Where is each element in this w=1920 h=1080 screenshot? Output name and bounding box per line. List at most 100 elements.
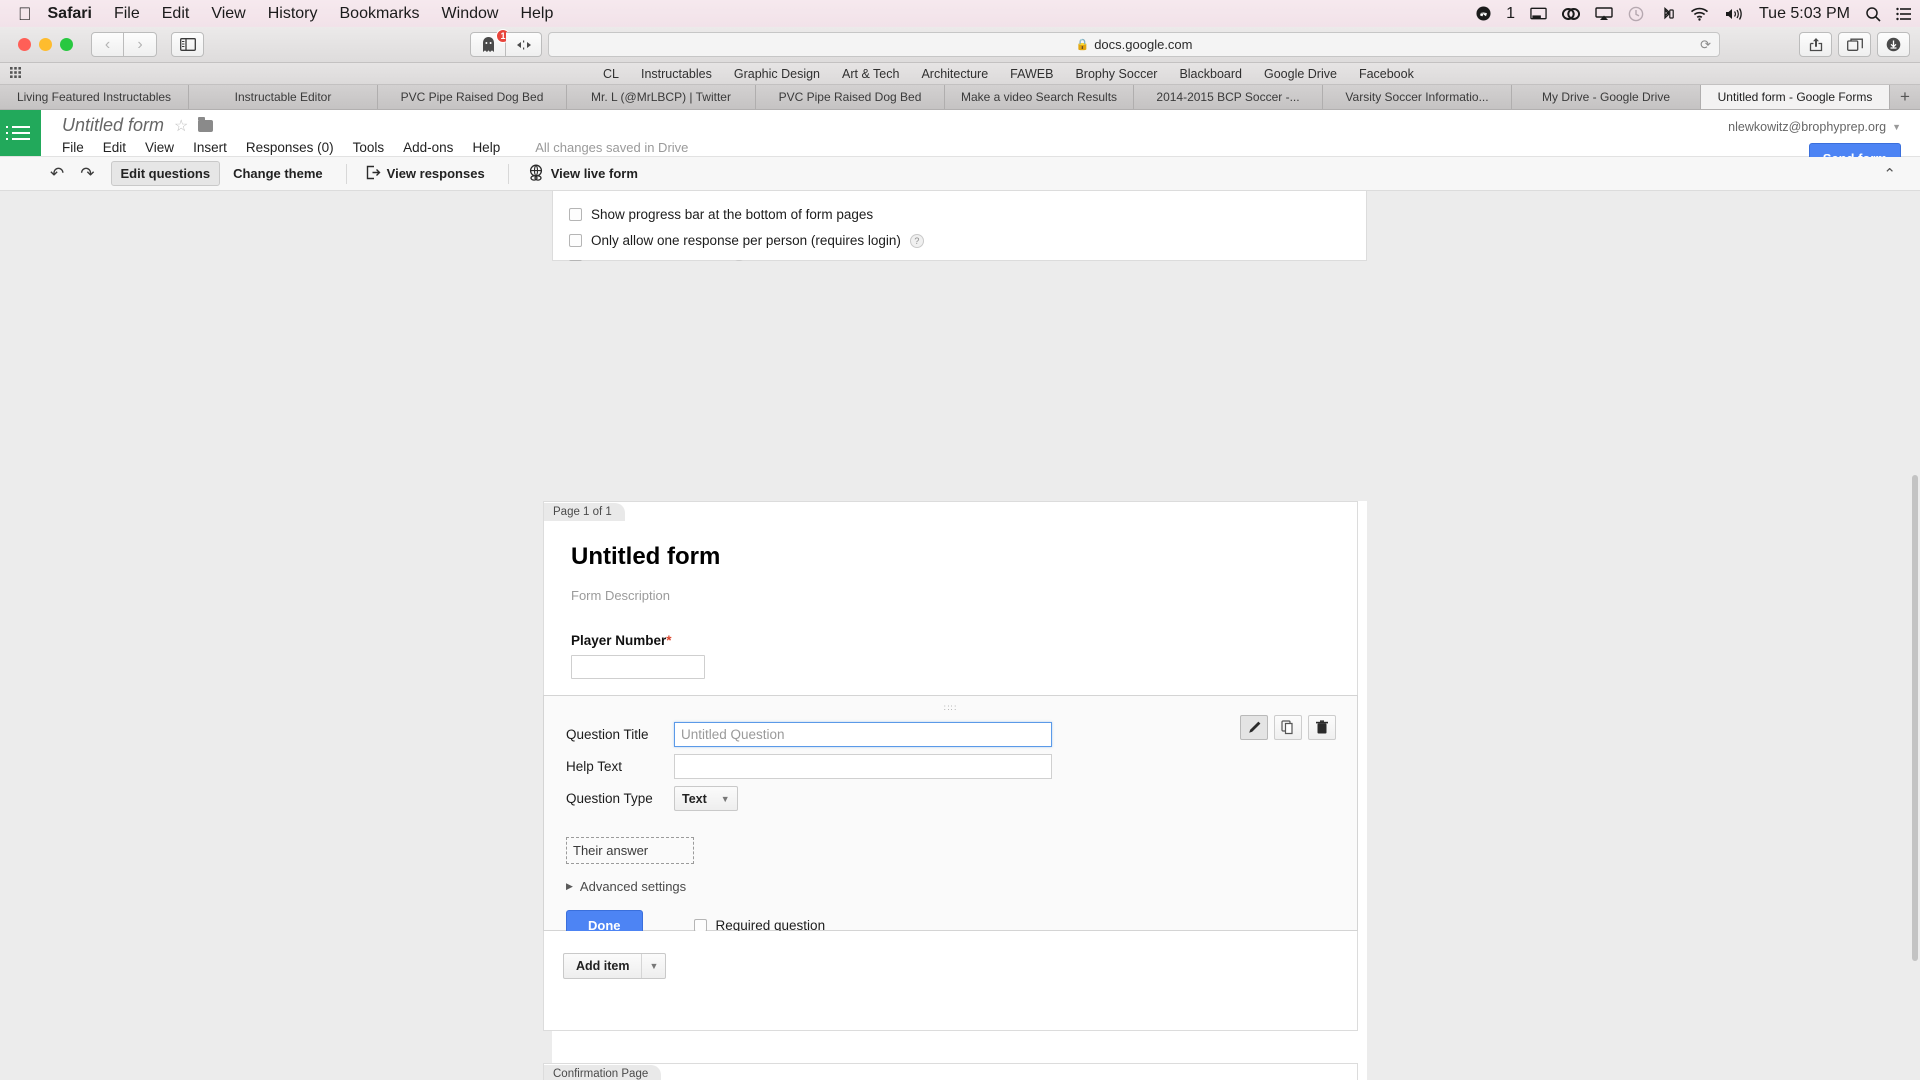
reload-icon[interactable]: ⟳ bbox=[1700, 37, 1711, 53]
menu-item-safari[interactable]: Safari bbox=[48, 5, 92, 23]
bookmark-graphic-design[interactable]: Graphic Design bbox=[734, 67, 820, 81]
minimize-window-button[interactable] bbox=[39, 38, 52, 51]
star-icon[interactable]: ☆ bbox=[174, 116, 188, 136]
browser-tab[interactable]: 2014-2015 BCP Soccer -... bbox=[1134, 85, 1323, 109]
bookmark-facebook[interactable]: Facebook bbox=[1359, 67, 1414, 81]
bookmark-google-drive[interactable]: Google Drive bbox=[1264, 67, 1337, 81]
forms-menu-tools[interactable]: Tools bbox=[353, 140, 385, 155]
forms-menu-file[interactable]: File bbox=[62, 140, 84, 155]
apple-menu-icon[interactable]:  bbox=[18, 5, 32, 23]
pencil-icon[interactable] bbox=[1240, 715, 1268, 740]
dropbox-icon[interactable] bbox=[1476, 6, 1491, 21]
menu-item-edit[interactable]: Edit bbox=[162, 5, 190, 23]
forms-menu-responses[interactable]: Responses (0) bbox=[246, 140, 334, 155]
bookmark-faweb[interactable]: FAWEB bbox=[1010, 67, 1053, 81]
help-icon[interactable]: ? bbox=[910, 234, 924, 248]
browser-tab[interactable]: PVC Pipe Raised Dog Bed bbox=[378, 85, 567, 109]
duplicate-icon[interactable] bbox=[1274, 715, 1302, 740]
browser-tab[interactable]: Instructable Editor bbox=[189, 85, 378, 109]
browser-tab[interactable]: My Drive - Google Drive bbox=[1512, 85, 1701, 109]
option-one-response-per-person[interactable]: Only allow one response per person (requ… bbox=[569, 233, 1366, 248]
checkbox-show-progress-bar[interactable] bbox=[569, 208, 582, 221]
menu-item-history[interactable]: History bbox=[268, 5, 318, 23]
option-show-progress-bar[interactable]: Show progress bar at the bottom of form … bbox=[569, 207, 1366, 222]
view-live-form-button[interactable]: View live form bbox=[519, 160, 647, 188]
collapse-arrows-icon[interactable] bbox=[506, 32, 542, 57]
question-type-select[interactable]: Text ▼ bbox=[674, 786, 738, 811]
close-window-button[interactable] bbox=[18, 38, 31, 51]
bookmark-architecture[interactable]: Architecture bbox=[921, 67, 988, 81]
menu-item-file[interactable]: File bbox=[114, 5, 140, 23]
document-title[interactable]: Untitled form bbox=[62, 115, 164, 136]
time-machine-icon[interactable] bbox=[1628, 6, 1644, 22]
browser-tab-active[interactable]: Untitled form - Google Forms bbox=[1701, 85, 1890, 109]
menu-item-bookmarks[interactable]: Bookmarks bbox=[340, 5, 420, 23]
forms-menu-edit[interactable]: Edit bbox=[103, 140, 126, 155]
change-theme-button[interactable]: Change theme bbox=[224, 162, 332, 185]
menu-item-help[interactable]: Help bbox=[520, 5, 553, 23]
wifi-icon[interactable] bbox=[1690, 7, 1709, 21]
google-forms-header: Untitled form ☆ File Edit View Insert Re… bbox=[0, 110, 1920, 157]
window-controls[interactable] bbox=[18, 38, 73, 51]
forms-menu-view[interactable]: View bbox=[145, 140, 174, 155]
tab-bar: Living Featured Instructables Instructab… bbox=[0, 85, 1920, 110]
chain-link-icon[interactable] bbox=[1562, 7, 1580, 21]
trash-icon[interactable] bbox=[1308, 715, 1336, 740]
bookmarks-grid-icon[interactable] bbox=[10, 67, 21, 81]
share-button[interactable] bbox=[1799, 32, 1832, 57]
ghostery-icon[interactable]: 1 bbox=[470, 32, 506, 57]
forms-menu-insert[interactable]: Insert bbox=[193, 140, 227, 155]
bookmark-cl[interactable]: CL bbox=[603, 67, 619, 81]
question-title-input[interactable]: Untitled Question bbox=[674, 722, 1052, 747]
extension-buttons: 1 bbox=[470, 32, 542, 57]
search-icon[interactable] bbox=[1865, 6, 1881, 22]
display-icon[interactable] bbox=[1530, 7, 1547, 21]
browser-tab[interactable]: Make a video Search Results bbox=[945, 85, 1134, 109]
form-description-placeholder[interactable]: Form Description bbox=[571, 588, 1357, 603]
folder-icon[interactable] bbox=[198, 120, 213, 132]
bookmark-blackboard[interactable]: Blackboard bbox=[1179, 67, 1242, 81]
question-player-number-label: Player Number* bbox=[571, 633, 1357, 648]
chevron-down-icon[interactable]: ▼ bbox=[641, 954, 665, 978]
sidebar-toggle-button[interactable] bbox=[171, 32, 204, 57]
question-player-number-input[interactable] bbox=[571, 655, 705, 679]
menu-item-window[interactable]: Window bbox=[442, 5, 499, 23]
browser-tab[interactable]: Varsity Soccer Informatio... bbox=[1323, 85, 1512, 109]
bookmark-instructables[interactable]: Instructables bbox=[641, 67, 712, 81]
drag-handle-icon[interactable]: ∷∷ bbox=[544, 696, 1357, 714]
form-title[interactable]: Untitled form bbox=[571, 543, 1357, 571]
new-tab-button[interactable]: + bbox=[1890, 85, 1920, 109]
airplay-icon[interactable] bbox=[1595, 7, 1613, 21]
show-all-tabs-button[interactable] bbox=[1838, 32, 1871, 57]
forms-menu-addons[interactable]: Add-ons bbox=[403, 140, 453, 155]
forward-button[interactable]: › bbox=[124, 32, 157, 57]
undo-icon[interactable]: ↶ bbox=[50, 164, 64, 184]
edit-questions-button[interactable]: Edit questions bbox=[111, 161, 221, 186]
view-responses-button[interactable]: View responses bbox=[357, 161, 494, 187]
notification-center-icon[interactable] bbox=[1896, 7, 1912, 21]
back-button[interactable]: ‹ bbox=[91, 32, 124, 57]
maximize-window-button[interactable] bbox=[60, 38, 73, 51]
downloads-button[interactable] bbox=[1877, 32, 1910, 57]
address-bar[interactable]: 🔒 docs.google.com ⟳ bbox=[548, 32, 1720, 57]
browser-tab[interactable]: PVC Pipe Raised Dog Bed bbox=[756, 85, 945, 109]
page-scrollbar[interactable] bbox=[1911, 397, 1920, 1080]
menu-item-view[interactable]: View bbox=[211, 5, 245, 23]
forms-logo-icon[interactable] bbox=[0, 110, 41, 156]
bluetooth-icon[interactable] bbox=[1659, 6, 1675, 22]
clock[interactable]: Tue 5:03 PM bbox=[1759, 5, 1850, 23]
scrollbar-thumb[interactable] bbox=[1912, 475, 1918, 961]
collapse-toolbar-icon[interactable]: ⌃ bbox=[1883, 165, 1896, 183]
help-text-input[interactable] bbox=[674, 754, 1052, 779]
volume-icon[interactable] bbox=[1724, 7, 1744, 21]
browser-tab[interactable]: Living Featured Instructables bbox=[0, 85, 189, 109]
advanced-settings-toggle[interactable]: ▶ Advanced settings bbox=[566, 879, 1357, 894]
checkbox-one-response-per-person[interactable] bbox=[569, 234, 582, 247]
add-item-button[interactable]: Add item ▼ bbox=[563, 953, 666, 979]
bookmark-art-and-tech[interactable]: Art & Tech bbox=[842, 67, 899, 81]
forms-menu-help[interactable]: Help bbox=[472, 140, 500, 155]
account-email[interactable]: nlewkowitz@brophyprep.org ▼ bbox=[1728, 120, 1901, 134]
redo-icon[interactable]: ↷ bbox=[80, 164, 94, 184]
browser-tab[interactable]: Mr. L (@MrLBCP) | Twitter bbox=[567, 85, 756, 109]
bookmark-brophy-soccer[interactable]: Brophy Soccer bbox=[1075, 67, 1157, 81]
